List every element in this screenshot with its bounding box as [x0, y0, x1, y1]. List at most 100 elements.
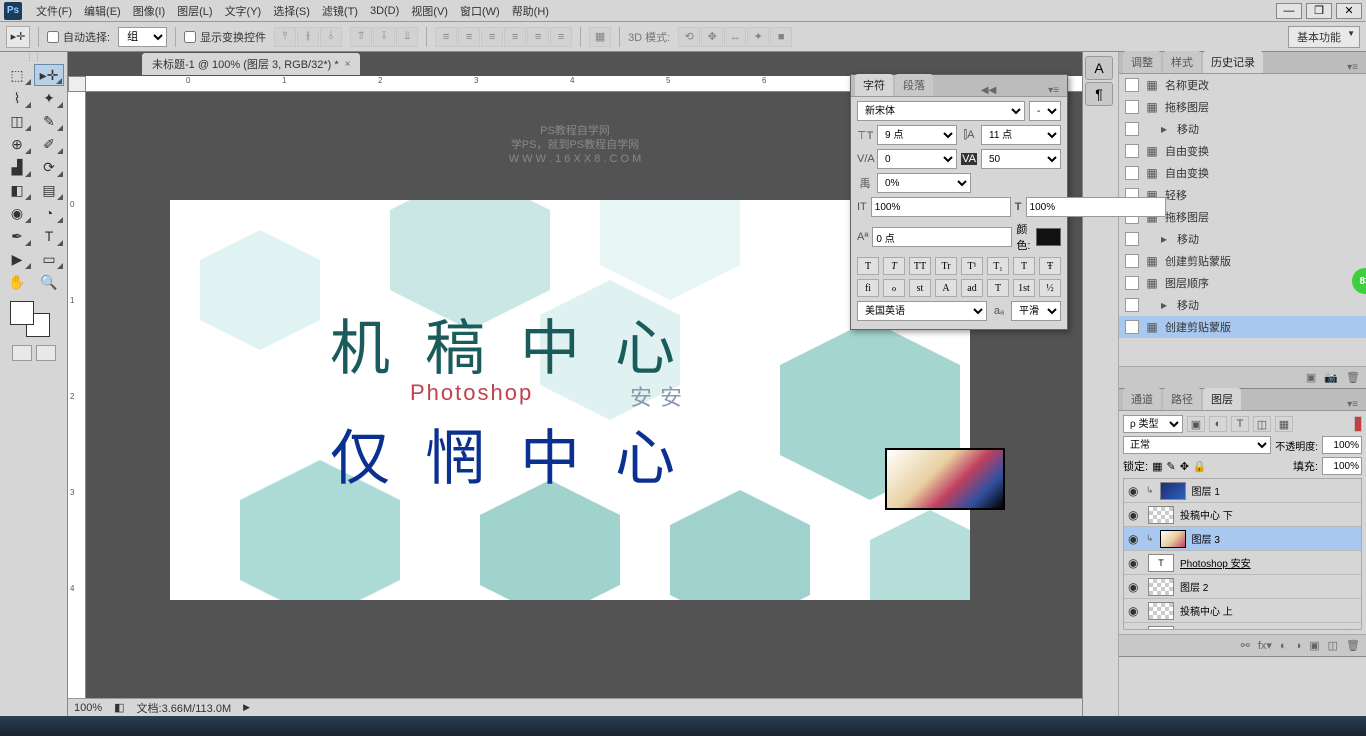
layer-item[interactable]: ◉↳图层 3 — [1124, 527, 1361, 551]
leading-input[interactable]: 11 点 — [981, 125, 1061, 145]
dist-icon[interactable]: ≡ — [435, 27, 457, 47]
tab-paragraph[interactable]: 段落 — [895, 74, 933, 96]
layer-item[interactable]: ◉投稿中心 上 — [1124, 599, 1361, 623]
history-item[interactable]: ▦拖移图层 — [1119, 96, 1366, 118]
move-tool-icon[interactable]: ▸✛ — [6, 26, 30, 48]
tab-history[interactable]: 历史记录 — [1203, 51, 1263, 73]
menu-filter[interactable]: 滤镜(T) — [316, 3, 364, 19]
tab-close-icon[interactable]: × — [345, 59, 351, 70]
visibility-icon[interactable]: ◉ — [1128, 580, 1142, 594]
menu-select[interactable]: 选择(S) — [267, 3, 316, 19]
dist-icon[interactable]: ≡ — [458, 27, 480, 47]
brush-tool-icon[interactable]: ✐ — [34, 133, 64, 155]
panel-menu-icon[interactable]: ▾≡ — [1044, 85, 1063, 96]
floating-layer-preview[interactable] — [885, 448, 1005, 510]
show-transform-checkbox[interactable]: 显示变换控件 — [184, 29, 266, 45]
char-style-btn[interactable]: T — [883, 257, 905, 275]
group-icon[interactable]: ▣ — [1309, 639, 1319, 652]
foreground-color[interactable] — [10, 301, 34, 325]
stamp-tool-icon[interactable]: ▟ — [2, 156, 32, 178]
filter-smart-icon[interactable]: ▦ — [1275, 416, 1293, 432]
antialias-select[interactable]: 平滑 — [1011, 301, 1061, 321]
menu-layer[interactable]: 图层(L) — [171, 3, 218, 19]
3d-icon[interactable]: ↔ — [724, 27, 746, 47]
auto-select-checkbox[interactable]: 自动选择: — [47, 29, 110, 45]
char-style-btn[interactable]: T — [1013, 257, 1035, 275]
opentype-btn[interactable]: T — [987, 279, 1009, 297]
layer-item[interactable]: ◉TPhotoshop 安安 — [1124, 551, 1361, 575]
zoom-tool-icon[interactable]: 🔍 — [34, 271, 64, 293]
opentype-btn[interactable]: ad — [961, 279, 983, 297]
menu-window[interactable]: 窗口(W) — [454, 3, 506, 19]
history-list[interactable]: ▦名称更改▦拖移图层▸移动▦自由变换▦自由变换▦轻移▦拖移图层▸移动▦创建剪贴蒙… — [1119, 74, 1366, 366]
visibility-icon[interactable]: ◉ — [1128, 532, 1142, 546]
opentype-btn[interactable]: A — [935, 279, 957, 297]
eraser-tool-icon[interactable]: ◧ — [2, 179, 32, 201]
menu-3d[interactable]: 3D(D) — [364, 5, 405, 17]
vscale-input[interactable] — [871, 197, 1011, 217]
crop-tool-icon[interactable]: ◫ — [2, 110, 32, 132]
menu-image[interactable]: 图像(I) — [127, 3, 171, 19]
filter-type-icon[interactable]: T — [1231, 416, 1249, 432]
history-item[interactable]: ▦自由变换 — [1119, 140, 1366, 162]
tab-channels[interactable]: 通道 — [1123, 388, 1161, 410]
filter-pixel-icon[interactable]: ▣ — [1187, 416, 1205, 432]
fx-icon[interactable]: fx▾ — [1258, 639, 1272, 652]
dist-icon[interactable]: ≡ — [550, 27, 572, 47]
history-brush-tool-icon[interactable]: ⟳ — [34, 156, 64, 178]
toolbox-handle[interactable] — [0, 52, 67, 62]
kerning-input[interactable]: 0 — [877, 149, 957, 169]
align-hcenter-icon[interactable]: ⫱ — [373, 27, 395, 47]
eyedropper-tool-icon[interactable]: ✎ — [34, 110, 64, 132]
char-style-btn[interactable]: Tr — [935, 257, 957, 275]
document-tab[interactable]: 未标题-1 @ 100% (图层 3, RGB/32*) * × — [142, 53, 360, 75]
quickmask-icon[interactable] — [12, 345, 32, 361]
char-style-btn[interactable]: T — [857, 257, 879, 275]
maximize-button[interactable]: ❐ — [1306, 3, 1332, 19]
filter-adjust-icon[interactable]: ◐ — [1209, 416, 1227, 432]
char-style-btn[interactable]: T₁ — [987, 257, 1009, 275]
dist-icon[interactable]: ≡ — [527, 27, 549, 47]
character-panel[interactable]: 字符 段落 ◀◀ ▾≡ 新宋体 - ⊤T 9 点 ⫿A 11 点 V/A 0 V… — [850, 74, 1068, 330]
panel-menu-icon[interactable]: ▾≡ — [1343, 399, 1362, 410]
opentype-btn[interactable]: fi — [857, 279, 879, 297]
link-icon[interactable]: ⚯ — [1241, 639, 1250, 652]
visibility-icon[interactable]: ◉ — [1128, 604, 1142, 618]
lock-all-icon[interactable]: 🔒 — [1193, 460, 1207, 473]
font-size-input[interactable]: 9 点 — [877, 125, 957, 145]
layer-item[interactable]: ◉↳图层 1 — [1124, 479, 1361, 503]
filter-shape-icon[interactable]: ◫ — [1253, 416, 1271, 432]
tab-styles[interactable]: 样式 — [1163, 51, 1201, 73]
opentype-btn[interactable]: 1st — [1013, 279, 1035, 297]
align-vcenter-icon[interactable]: ⫲ — [297, 27, 319, 47]
layer-filter-kind[interactable]: ρ 类型 — [1123, 415, 1183, 433]
char-style-btn[interactable]: Ŧ — [1039, 257, 1061, 275]
tracking-input[interactable]: 50 — [981, 149, 1061, 169]
3d-icon[interactable]: ✥ — [701, 27, 723, 47]
history-item[interactable]: ▦自由变换 — [1119, 162, 1366, 184]
align-right-icon[interactable]: ⫫ — [396, 27, 418, 47]
history-item[interactable]: ▸移动 — [1119, 294, 1366, 316]
hscale-input[interactable] — [1026, 197, 1166, 217]
3d-icon[interactable]: ■ — [770, 27, 792, 47]
menu-file[interactable]: 文件(F) — [30, 3, 78, 19]
ruler-vertical[interactable]: 0 1 2 3 4 — [68, 92, 86, 698]
tab-paths[interactable]: 路径 — [1163, 388, 1201, 410]
minimize-button[interactable]: — — [1276, 3, 1302, 19]
dist-icon[interactable]: ≡ — [481, 27, 503, 47]
tab-layers[interactable]: 图层 — [1203, 388, 1241, 410]
language-select[interactable]: 美国英语 — [857, 301, 987, 321]
baseline-pct-input[interactable]: 0% — [877, 173, 971, 193]
lock-paint-icon[interactable]: ✎ — [1166, 460, 1175, 473]
lock-trans-icon[interactable]: ▦ — [1152, 460, 1162, 473]
screenmode-icon[interactable] — [36, 345, 56, 361]
shape-tool-icon[interactable]: ▭ — [34, 248, 64, 270]
tab-character[interactable]: 字符 — [855, 74, 893, 96]
move-tool-icon[interactable]: ▸✛ — [34, 64, 64, 86]
char-style-btn[interactable]: TT — [909, 257, 931, 275]
visibility-icon[interactable]: ◉ — [1128, 628, 1142, 631]
ruler-corner[interactable] — [68, 76, 86, 92]
paragraph-panel-icon[interactable]: ¶ — [1085, 82, 1113, 106]
close-button[interactable]: ✕ — [1336, 3, 1362, 19]
lock-pos-icon[interactable]: ✥ — [1180, 460, 1189, 473]
